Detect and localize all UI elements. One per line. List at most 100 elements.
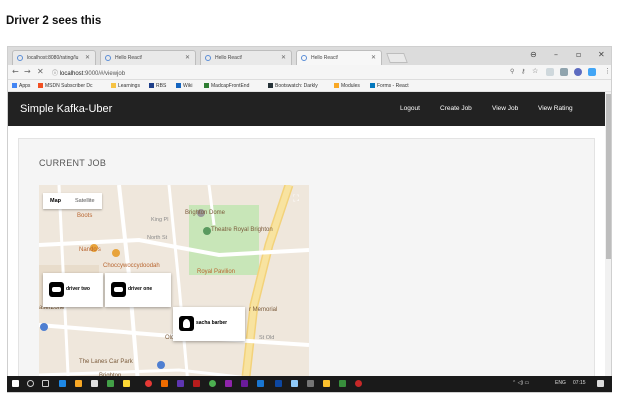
app-icon[interactable] <box>291 380 298 387</box>
windows-taskbar: ⌃ ◁) ▭ ENG 07:15 <box>7 376 612 392</box>
tab-1[interactable]: localhost:8080/rating/lu ✕ <box>12 50 96 65</box>
marker-label: sacha barber <box>196 320 228 326</box>
menu-icon[interactable]: ⋮ <box>604 67 611 75</box>
bootswatch-icon <box>268 83 273 88</box>
visual-studio-icon[interactable] <box>177 380 184 387</box>
react-icon <box>370 83 375 88</box>
tab-3[interactable]: Hello React! ✕ <box>200 50 292 65</box>
bookmark-modules[interactable]: Modules <box>334 83 360 89</box>
marker-label: driver one <box>128 286 153 292</box>
window-close-icon[interactable]: ✕ <box>598 50 605 59</box>
app-icon[interactable] <box>355 380 362 387</box>
map-label: Brighton Dome <box>185 210 226 216</box>
maximize-icon[interactable]: ▫ <box>576 50 581 59</box>
app-icon[interactable] <box>123 380 130 387</box>
nav-logout[interactable]: Logout <box>400 105 420 112</box>
nav-view-rating[interactable]: View Rating <box>538 105 573 112</box>
clock[interactable]: 07:15 <box>573 380 586 386</box>
bookmark-wiki[interactable]: Wiki <box>176 83 192 89</box>
close-icon[interactable]: ✕ <box>371 54 376 61</box>
tray-icons[interactable]: ⌃ ◁) ▭ <box>512 380 529 386</box>
url-field[interactable]: ⓘ localhost:9000/#/viewjob <box>52 67 492 78</box>
back-icon[interactable]: ← <box>12 67 19 76</box>
app-icon[interactable] <box>161 380 168 387</box>
store-icon[interactable] <box>91 380 98 387</box>
app-navbar: Simple Kafka-Uber Logout Create Job View… <box>8 92 605 126</box>
app-icon[interactable] <box>257 380 264 387</box>
bookmark-msdn[interactable]: MSDN Subscriber Dc <box>38 83 93 89</box>
close-icon[interactable]: ✕ <box>85 54 90 61</box>
map-label: Royal Pavilion <box>197 269 236 275</box>
bookmark-bootswatch[interactable]: Bootswatch: Darkly <box>268 83 318 89</box>
brand[interactable]: Simple Kafka-Uber <box>20 103 112 115</box>
start-icon[interactable] <box>12 380 19 387</box>
page-scrollbar[interactable] <box>605 92 611 392</box>
extension-icon[interactable] <box>574 68 582 76</box>
folder-icon <box>334 83 339 88</box>
search-icon[interactable] <box>27 380 34 387</box>
extension-icon[interactable] <box>546 68 554 76</box>
marker-driver-one[interactable]: driver one <box>105 273 171 307</box>
app-icon[interactable] <box>225 380 232 387</box>
bookmark-rbs[interactable]: RBS <box>149 83 166 89</box>
address-bar: ← → ✕ ⓘ localhost:9000/#/viewjob ⚲ ⚷ ☆ ⋮ <box>8 65 611 80</box>
app-icon[interactable] <box>339 380 346 387</box>
apps-icon <box>12 83 17 88</box>
marker-label: driver two <box>66 286 90 292</box>
fullscreen-icon[interactable]: ⛶ <box>289 192 303 206</box>
scrollbar-thumb[interactable] <box>606 94 611 259</box>
marker-sacha-barber[interactable]: sacha barber <box>173 307 245 341</box>
map-label: King Pl <box>151 217 169 223</box>
page-icon <box>17 55 23 61</box>
bookmark-learnings[interactable]: Learnings <box>111 83 140 89</box>
marker-driver-two[interactable]: driver two <box>43 273 103 307</box>
stop-icon[interactable]: ✕ <box>37 67 44 76</box>
close-icon[interactable]: ✕ <box>185 54 190 61</box>
bookmark-apps[interactable]: Apps <box>12 83 30 89</box>
caption: Driver 2 sees this <box>6 15 102 27</box>
tab-label: localhost:8080/rating/lu <box>27 55 79 61</box>
profile-icon[interactable]: ⊖ <box>530 50 537 59</box>
map-type-map[interactable]: Map <box>43 193 68 209</box>
close-icon[interactable]: ✕ <box>281 54 286 61</box>
task-view-icon[interactable] <box>42 380 49 387</box>
notifications-icon[interactable] <box>597 380 604 387</box>
panel-title: CURRENT JOB <box>39 158 107 168</box>
map-type-toggle[interactable]: Map Satellite <box>43 193 102 209</box>
tab-4-active[interactable]: Hello React! ✕ <box>296 50 382 65</box>
app-icon[interactable] <box>323 380 330 387</box>
app-icon[interactable] <box>275 380 282 387</box>
language-indicator[interactable]: ENG <box>555 380 566 386</box>
folder-icon <box>111 83 116 88</box>
bookmark-madcap[interactable]: MadcapFrontEnd <box>204 83 249 89</box>
bookmark-forms-react[interactable]: Forms - React <box>370 83 409 89</box>
nav-view-job[interactable]: View Job <box>492 105 518 112</box>
tab-2[interactable]: Hello React! ✕ <box>100 50 196 65</box>
star-icon[interactable]: ☆ <box>532 67 538 75</box>
url-path: :9000/#/viewjob <box>83 71 126 77</box>
zoom-icon[interactable]: ⚲ <box>510 68 514 75</box>
explorer-icon[interactable] <box>75 380 82 387</box>
map-label: Boots <box>77 213 93 219</box>
minimize-icon[interactable]: – <box>554 50 558 59</box>
app-icon[interactable] <box>107 380 114 387</box>
map[interactable]: Map Satellite ⛶ Boots King Pl Brighton Do… <box>39 185 309 392</box>
chrome-icon[interactable] <box>209 380 216 387</box>
browser-window: localhost:8080/rating/lu ✕ Hello React! … <box>7 46 612 393</box>
map-label: St Old <box>259 335 275 341</box>
extension-icon[interactable] <box>588 68 596 76</box>
app-icon[interactable] <box>307 380 314 387</box>
key-icon[interactable]: ⚷ <box>521 68 525 75</box>
react-icon <box>105 55 111 61</box>
map-type-satellite[interactable]: Satellite <box>68 193 102 209</box>
edge-icon[interactable] <box>59 380 66 387</box>
extension-icon[interactable] <box>560 68 568 76</box>
bookmarks-bar: Apps MSDN Subscriber Dc Learnings RBS Wi… <box>8 80 611 92</box>
nav-create-job[interactable]: Create Job <box>440 105 472 112</box>
app-icon[interactable] <box>193 380 200 387</box>
forward-icon[interactable]: → <box>24 67 31 76</box>
person-icon <box>179 316 194 331</box>
new-tab-button[interactable] <box>386 53 408 63</box>
app-icon[interactable] <box>241 380 248 387</box>
opera-icon[interactable] <box>145 380 152 387</box>
